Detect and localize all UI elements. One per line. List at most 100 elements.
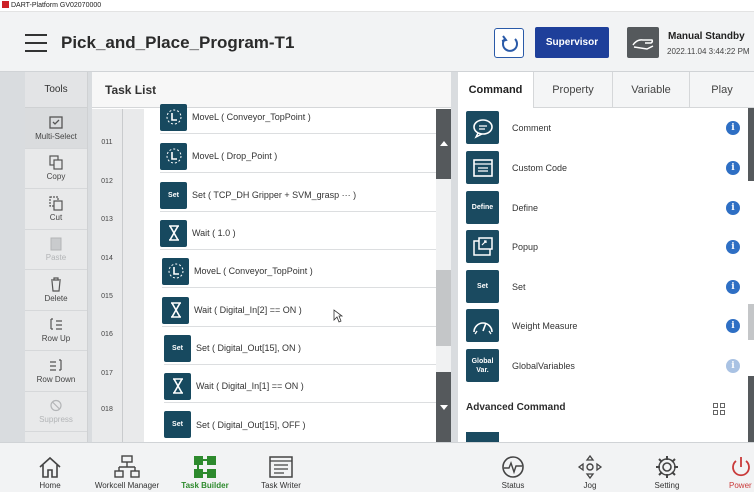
command-scroll-thumb[interactable] bbox=[748, 304, 754, 340]
hand-guide-button[interactable] bbox=[627, 27, 659, 58]
nav-workcell-manager[interactable]: Workcell Manager bbox=[88, 443, 166, 492]
window-title: DART-Platform GV02070000 bbox=[11, 2, 102, 9]
task-item[interactable]: Set Set ( Digital_Out[15], ON ) bbox=[164, 332, 436, 365]
cut-button[interactable]: Cut bbox=[25, 189, 87, 230]
task-list-panel: Task List 011 012 013 014 015 016 017 01… bbox=[92, 72, 451, 442]
info-icon[interactable]: i bbox=[726, 239, 740, 254]
task-item[interactable]: MoveL ( Drop_Point ) bbox=[160, 140, 436, 173]
command-scroll-down[interactable] bbox=[748, 376, 754, 442]
line-number: 013 bbox=[101, 216, 113, 223]
info-icon[interactable]: i bbox=[726, 318, 740, 333]
nav-label: Status bbox=[501, 481, 525, 490]
home-icon bbox=[39, 456, 61, 478]
task-label: MoveL ( Drop_Point ) bbox=[192, 151, 278, 161]
nav-label: Task Builder bbox=[181, 481, 229, 490]
task-item[interactable]: Set Set ( TCP_DH Gripper + SVM_grasp ···… bbox=[160, 179, 436, 212]
tab-variable[interactable]: Variable bbox=[613, 72, 690, 108]
mode-timestamp: 2022.11.04 3:44:22 PM bbox=[667, 47, 750, 56]
caret-down-icon bbox=[440, 405, 448, 410]
tree-guide-line bbox=[122, 109, 123, 442]
sync-button[interactable] bbox=[494, 28, 524, 58]
nav-task-builder[interactable]: Task Builder bbox=[176, 443, 234, 492]
command-panel: Command Property Variable Play Comment i… bbox=[458, 72, 754, 442]
advanced-command-title: Advanced Command bbox=[466, 402, 566, 413]
refresh-icon bbox=[501, 35, 518, 52]
info-icon[interactable]: i bbox=[726, 279, 740, 294]
info-icon[interactable]: i bbox=[726, 358, 740, 373]
command-scroll-up[interactable] bbox=[748, 108, 754, 181]
task-label: Wait ( 1.0 ) bbox=[192, 228, 236, 238]
task-item[interactable]: MoveL ( Conveyor_TopPoint ) bbox=[160, 101, 436, 134]
copy-button[interactable]: Copy bbox=[25, 149, 87, 189]
task-item[interactable]: MoveL ( Conveyor_TopPoint ) bbox=[162, 255, 436, 288]
menu-icon[interactable] bbox=[25, 34, 47, 52]
tab-property[interactable]: Property bbox=[534, 72, 613, 108]
nav-power[interactable]: Power bbox=[726, 443, 754, 492]
popup-icon bbox=[466, 230, 499, 263]
task-item[interactable]: Set Set ( Digital_Out[15], OFF ) bbox=[164, 408, 436, 441]
mode-label: Manual Standby bbox=[668, 31, 745, 42]
nav-label: Workcell Manager bbox=[94, 481, 160, 490]
task-label: MoveL ( Conveyor_TopPoint ) bbox=[192, 112, 311, 122]
command-item-popup[interactable]: Popup i bbox=[466, 227, 746, 266]
wait-icon bbox=[162, 296, 189, 324]
header: Pick_and_Place_Program-T1 Supervisor Man… bbox=[0, 12, 754, 72]
command-item-comment[interactable]: Comment i bbox=[466, 108, 746, 147]
command-item-custom-code[interactable]: Custom Code i bbox=[466, 148, 746, 187]
hand-icon bbox=[632, 39, 654, 50]
row-up-icon bbox=[50, 318, 62, 330]
grid-view-icon[interactable] bbox=[713, 403, 725, 415]
nav-home[interactable]: Home bbox=[28, 443, 72, 492]
row-up-button[interactable]: Row Up bbox=[25, 311, 87, 351]
task-writer-icon bbox=[269, 456, 293, 478]
tab-play[interactable]: Play bbox=[690, 72, 754, 108]
line-number: 015 bbox=[101, 293, 113, 300]
scroll-down-button[interactable] bbox=[436, 372, 451, 442]
supervisor-button[interactable]: Supervisor bbox=[535, 27, 609, 58]
tab-command[interactable]: Command bbox=[458, 72, 534, 108]
scroll-up-button[interactable] bbox=[436, 109, 451, 179]
wait-icon bbox=[164, 372, 191, 400]
nav-status[interactable]: Status bbox=[494, 443, 532, 492]
tool-label: Delete bbox=[44, 293, 68, 303]
task-label: MoveL ( Conveyor_TopPoint ) bbox=[194, 266, 313, 276]
tool-label: Row Down bbox=[36, 374, 76, 384]
movel-icon bbox=[160, 142, 187, 170]
scroll-thumb[interactable] bbox=[436, 270, 451, 346]
set-icon: Set bbox=[160, 181, 187, 209]
info-icon[interactable]: i bbox=[726, 200, 740, 215]
command-item-define[interactable]: Define Define i bbox=[466, 188, 746, 227]
nav-label: Home bbox=[39, 481, 61, 490]
command-item-set[interactable]: Set Set i bbox=[466, 267, 746, 306]
line-number: 011 bbox=[101, 139, 113, 146]
paste-button[interactable]: Paste bbox=[25, 230, 87, 270]
command-item-global-variables[interactable]: Global Var. GlobalVariables i bbox=[466, 346, 746, 385]
multi-select-button[interactable]: Multi-Select bbox=[25, 108, 87, 149]
tools-panel: Tools Multi-Select Copy Cut Paste Delete… bbox=[25, 72, 88, 442]
command-label: Comment bbox=[512, 122, 552, 133]
nav-task-writer[interactable]: Task Writer bbox=[255, 443, 307, 492]
task-item[interactable]: Wait ( Digital_In[2] == ON ) bbox=[162, 294, 436, 327]
command-item-weight-measure[interactable]: Weight Measure i bbox=[466, 306, 746, 345]
task-label: Wait ( Digital_In[1] == ON ) bbox=[196, 381, 304, 391]
task-item[interactable]: Wait ( Digital_In[1] == ON ) bbox=[164, 370, 436, 403]
line-number-gutter bbox=[92, 109, 144, 442]
delete-button[interactable]: Delete bbox=[25, 270, 87, 311]
info-icon[interactable]: i bbox=[726, 120, 740, 135]
task-builder-icon bbox=[194, 456, 216, 478]
suppress-button[interactable]: Suppress bbox=[25, 392, 87, 432]
command-label: Custom Code bbox=[512, 162, 568, 173]
nav-jog[interactable]: Jog bbox=[571, 443, 609, 492]
command-label: Set bbox=[512, 281, 526, 292]
row-down-button[interactable]: Row Down bbox=[25, 351, 87, 392]
copy-icon bbox=[49, 155, 63, 170]
movel-icon bbox=[160, 103, 187, 131]
command-item-partial[interactable] bbox=[466, 432, 499, 442]
global-var-icon: Global Var. bbox=[466, 349, 499, 382]
task-item[interactable]: Wait ( 1.0 ) bbox=[160, 217, 436, 250]
nav-setting[interactable]: Setting bbox=[645, 443, 689, 492]
line-number: 017 bbox=[101, 370, 113, 377]
movel-icon bbox=[162, 257, 189, 285]
gauge-icon bbox=[466, 309, 499, 342]
info-icon[interactable]: i bbox=[726, 160, 740, 175]
